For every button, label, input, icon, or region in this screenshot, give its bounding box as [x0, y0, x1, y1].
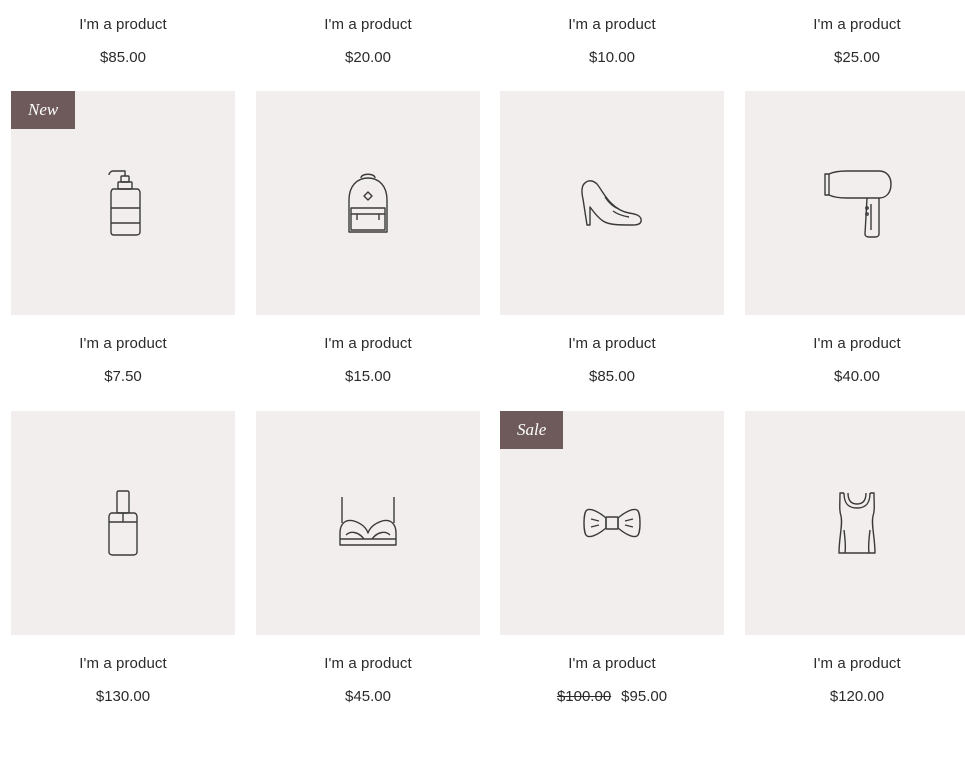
product-name[interactable]: I'm a product [256, 16, 480, 34]
product-gallery: I'm a product $85.00 I'm a product $20.0… [0, 0, 965, 775]
product-image[interactable] [256, 91, 480, 315]
product-sale-price: $95.00 [621, 688, 668, 705]
product-name[interactable]: I'm a product [745, 335, 965, 353]
soap-pump-bottle-icon [108, 170, 141, 236]
backpack-icon [348, 173, 388, 233]
product-image[interactable]: New [11, 91, 235, 315]
product-image[interactable] [256, 411, 480, 635]
product-image[interactable]: Sale [500, 411, 724, 635]
product-name[interactable]: I'm a product [500, 16, 724, 34]
bra-icon [339, 497, 397, 546]
product-price: $120.00 [829, 688, 885, 705]
product-card[interactable]: I'm a product $85.00 [500, 91, 724, 386]
nail-polish-bottle-icon [108, 490, 138, 556]
product-card[interactable]: I'm a product $130.00 [11, 411, 235, 706]
product-price: $40.00 [834, 368, 880, 385]
product-info[interactable]: I'm a product $20.00 [256, 16, 480, 67]
product-original-price: $100.00 [556, 688, 612, 705]
bow-tie-icon [583, 508, 641, 538]
product-price: $45.00 [345, 688, 391, 705]
tank-top-icon [838, 492, 876, 554]
product-name[interactable]: I'm a product [11, 655, 235, 673]
ribbon-sale: Sale [500, 411, 564, 449]
product-card[interactable]: I'm a product $45.00 [256, 411, 480, 706]
product-price: $10.00 [589, 49, 635, 66]
product-price: $85.00 [589, 368, 635, 385]
product-price-container: $100.00 $95.00 [500, 688, 724, 706]
product-price: $20.00 [345, 49, 391, 66]
product-name[interactable]: I'm a product [11, 16, 235, 34]
product-price: $15.00 [345, 368, 391, 385]
product-card[interactable]: I'm a product $40.00 [745, 91, 965, 386]
product-name[interactable]: I'm a product [256, 335, 480, 353]
product-image[interactable] [500, 91, 724, 315]
product-card[interactable]: I'm a product $120.00 [745, 411, 965, 706]
product-name[interactable]: I'm a product [745, 655, 965, 673]
product-info[interactable]: I'm a product $85.00 [11, 16, 235, 67]
product-price: $7.50 [104, 368, 142, 385]
product-image[interactable] [745, 411, 965, 635]
product-card[interactable]: New I'm a product $7.50 [11, 91, 235, 386]
product-price: $25.00 [834, 49, 880, 66]
product-info[interactable]: I'm a product $25.00 [745, 16, 965, 67]
product-name[interactable]: I'm a product [500, 335, 724, 353]
hair-dryer-icon [824, 170, 892, 238]
product-name[interactable]: I'm a product [256, 655, 480, 673]
ribbon-new: New [11, 91, 76, 129]
product-name[interactable]: I'm a product [500, 655, 724, 673]
product-image[interactable] [11, 411, 235, 635]
product-price: $130.00 [95, 688, 151, 705]
product-image[interactable] [745, 91, 965, 315]
high-heel-shoe-icon [581, 180, 642, 226]
product-name[interactable]: I'm a product [11, 335, 235, 353]
product-card[interactable]: Sale I'm a product $100.00 $95.00 [500, 411, 724, 706]
product-name[interactable]: I'm a product [745, 16, 965, 34]
product-info[interactable]: I'm a product $10.00 [500, 16, 724, 67]
product-price: $85.00 [100, 49, 146, 66]
product-card[interactable]: I'm a product $15.00 [256, 91, 480, 386]
